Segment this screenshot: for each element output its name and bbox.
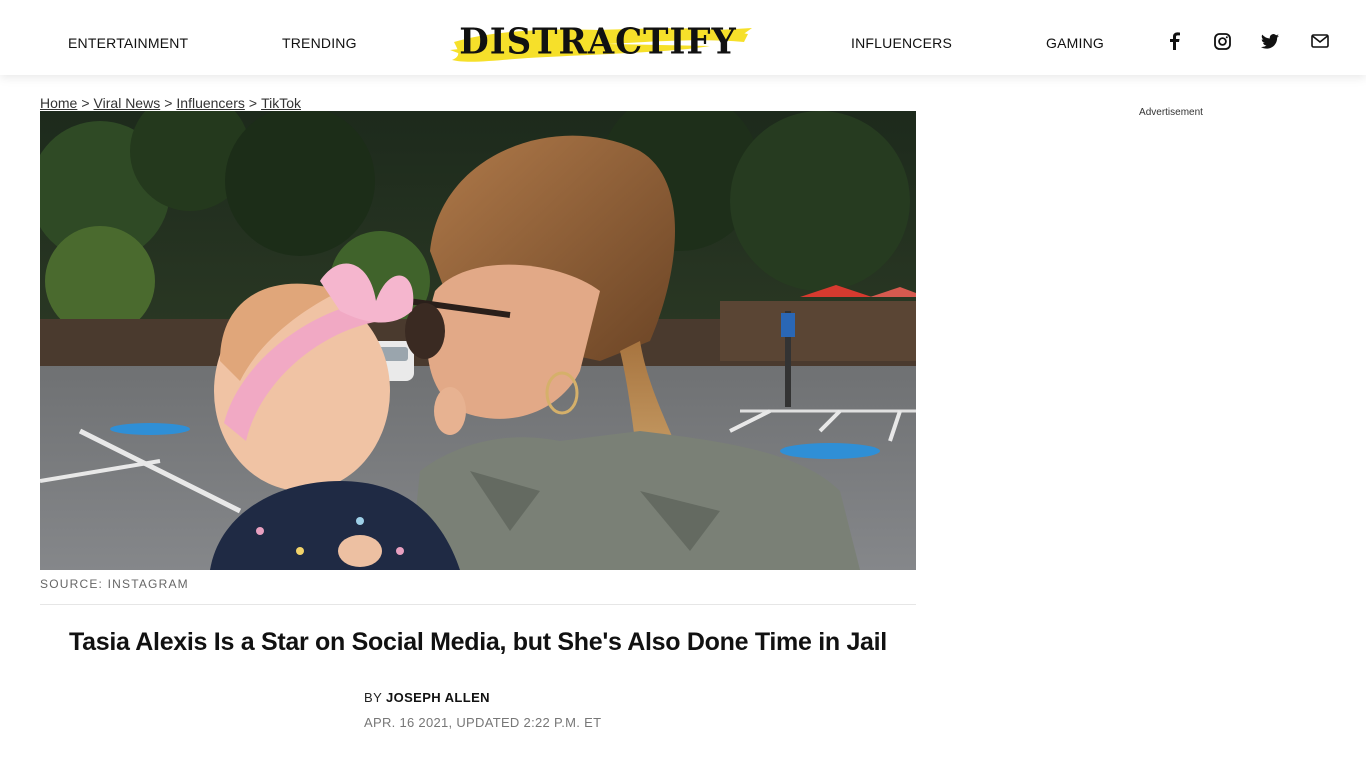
article-title: Tasia Alexis Is a Star on Social Media, … [69,628,887,656]
site-logo[interactable]: DISTRACTIFY [448,10,754,66]
site-header: ENTERTAINMENT TRENDING DISTRACTIFY INFLU… [0,0,1366,75]
image-caption: SOURCE: INSTAGRAM [40,577,189,591]
logo-wordmark: DISTRACTIFY [459,21,737,63]
breadcrumb-separator: > [164,95,173,111]
nav-entertainment[interactable]: ENTERTAINMENT [68,35,188,51]
facebook-icon[interactable] [1164,31,1184,51]
advertisement-label: Advertisement [1139,107,1203,118]
breadcrumb-separator: > [81,95,90,111]
divider [40,604,916,605]
breadcrumb-separator: > [248,95,258,111]
author-link[interactable]: JOSEPH ALLEN [386,690,490,705]
publish-date: APR. 16 2021, UPDATED 2:22 P.M. ET [364,715,602,730]
byline: BY JOSEPH ALLEN [364,690,490,705]
breadcrumb: Home > Viral News > Influencers > TikTok [40,95,301,111]
byline-prefix: BY [364,690,382,705]
instagram-icon[interactable] [1212,31,1232,51]
nav-trending[interactable]: TRENDING [282,35,357,51]
hero-image [40,111,916,570]
nav-influencers[interactable]: INFLUENCERS [851,35,952,51]
breadcrumb-tiktok[interactable]: TikTok [261,95,301,111]
twitter-icon[interactable] [1260,31,1280,51]
breadcrumb-influencers[interactable]: Influencers [176,95,244,111]
breadcrumb-home[interactable]: Home [40,95,77,111]
nav-gaming[interactable]: GAMING [1046,35,1104,51]
breadcrumb-viral-news[interactable]: Viral News [94,95,161,111]
mail-icon[interactable] [1310,31,1330,51]
